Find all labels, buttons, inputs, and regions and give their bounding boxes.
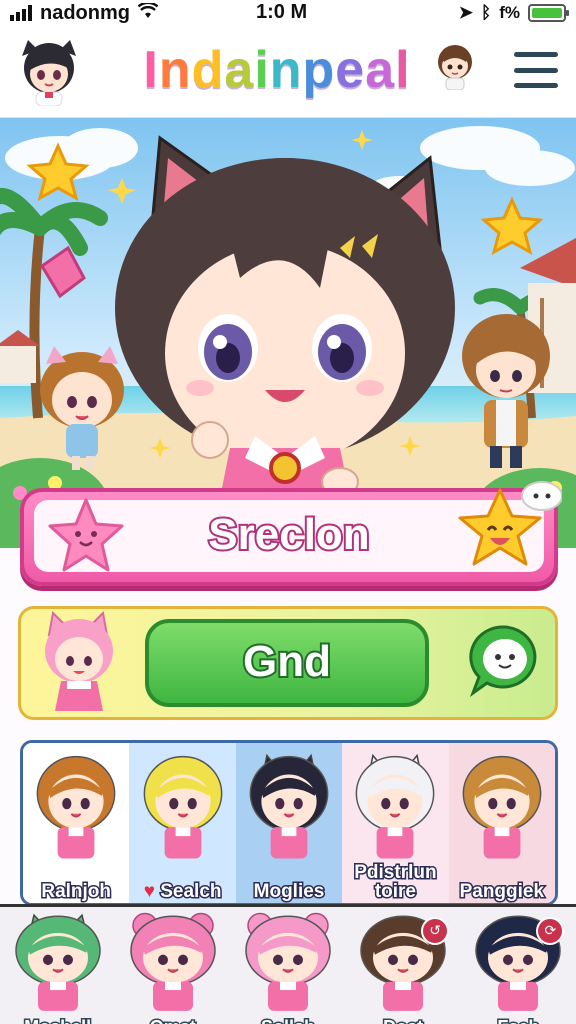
nav-label: Fsch (468, 1016, 568, 1024)
nav-label: Dost (353, 1016, 453, 1024)
nav-item[interactable]: Omst (123, 911, 223, 1024)
app-header: Indainpeal (0, 26, 576, 118)
character-name: Pdistrlun toire (342, 862, 448, 903)
app-title-letter: l (394, 40, 411, 100)
character-name: Moglies (236, 881, 342, 903)
carrier-name: nadonmg (40, 1, 130, 24)
character-portrait (137, 751, 229, 867)
character-name-text: Panggiek (458, 881, 546, 903)
character-grid: Ralnjoh ♥ Sealch Moglies Pdistrlun toire (20, 740, 558, 906)
app-title-letter: p (302, 40, 336, 100)
app-title-letter: a (364, 40, 396, 100)
bluetooth-icon: ᛒ (481, 3, 492, 22)
nav-avatar (123, 911, 223, 1019)
character-card[interactable]: Panggiek (448, 743, 555, 903)
character-name-text: Sealch (159, 881, 223, 903)
secondary-button[interactable]: Gnd (145, 619, 429, 707)
nav-item[interactable]: Sollsh (238, 911, 338, 1024)
pink-hair-character (31, 610, 127, 721)
character-name: Ralnjoh (23, 881, 129, 903)
location-icon: ➤ (458, 3, 474, 22)
refresh-badge-icon: ↺ (421, 917, 450, 945)
chat-icon[interactable] (467, 623, 541, 701)
secondary-panel: Gnd (18, 606, 558, 720)
nav-item[interactable]: Moshell (8, 911, 108, 1024)
nav-avatar (238, 911, 338, 1019)
character-card[interactable]: ♥ Sealch (129, 743, 236, 903)
nav-label: Moshell (8, 1016, 108, 1024)
character-card[interactable]: Pdistrlun toire (342, 743, 449, 903)
character-name: ♥ Sealch (129, 881, 235, 903)
app-title-letter: a (223, 40, 255, 100)
menu-icon[interactable] (514, 52, 558, 88)
nav-avatar (8, 911, 108, 1019)
primary-button[interactable]: Sreclon (20, 481, 563, 586)
app-title-letter: i (253, 40, 270, 100)
character-card[interactable]: Ralnjoh (23, 743, 130, 903)
nav-label: Omst (123, 1016, 223, 1024)
character-portrait (349, 751, 441, 867)
app-title-letter: d (191, 40, 225, 100)
character-name-text: Pdistrlun toire (353, 862, 438, 903)
character-name-text: Moglies (252, 881, 326, 903)
app-title-letter: e (334, 40, 366, 100)
friend-avatar[interactable] (432, 40, 478, 91)
app-title: Indainpeal (132, 40, 422, 100)
status-bar: nadonmg 1:0 M ➤ ᛒ f% (0, 0, 576, 26)
character-portrait (456, 751, 548, 867)
nav-label: Sollsh (238, 1016, 338, 1024)
profile-avatar[interactable] (14, 34, 84, 107)
heart-icon: ♥ (143, 881, 155, 902)
battery-percent: f% (499, 3, 520, 22)
bottom-navigation: Moshell Omst Sollsh ↺ Dost (0, 904, 576, 1024)
app-title-letter: I (142, 40, 159, 100)
secondary-button-label: Gnd (241, 635, 333, 688)
nav-item[interactable]: ⟳Fsch (468, 911, 568, 1024)
character-name-text: Ralnjoh (40, 881, 113, 903)
app-title-letter: n (269, 40, 303, 100)
character-portrait (243, 751, 335, 867)
battery-icon (528, 4, 569, 22)
character-card[interactable]: Moglies (235, 743, 343, 903)
signal-icon (10, 5, 32, 21)
nav-item[interactable]: ↺ Dost (353, 911, 453, 1024)
character-portrait (30, 751, 122, 867)
wifi-icon (137, 1, 159, 24)
smiling-star-icon (452, 480, 563, 584)
app-title-letter: n (158, 40, 192, 100)
character-name: Panggiek (449, 881, 555, 903)
clock: 1:0 M (256, 1, 308, 23)
